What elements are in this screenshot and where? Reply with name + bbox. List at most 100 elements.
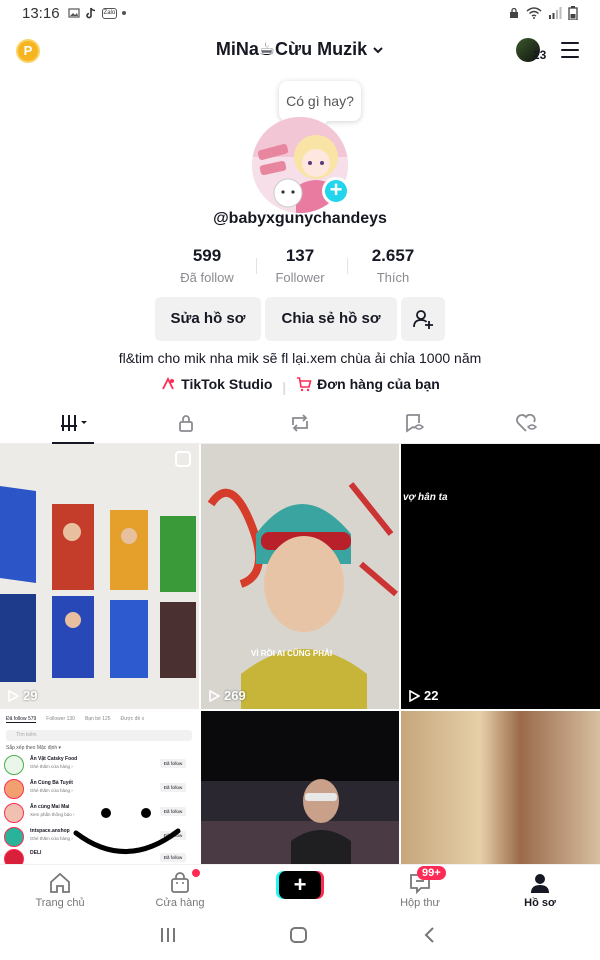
mini-row-sub: Ghé thăm cửa hàng ›	[30, 764, 73, 769]
avatar	[4, 779, 24, 799]
video-caption: vợ hân ta	[403, 492, 448, 503]
add-avatar-button[interactable]: +	[322, 177, 350, 205]
video-thumbnail[interactable]: Đã follow 579 Follower 130 Bạn bè 125 Đư…	[0, 711, 199, 864]
status-bubble[interactable]: Có gì hay?	[279, 81, 361, 121]
video-caption: VÌ RỒI AI CŨNG PHẢI	[251, 649, 333, 658]
gallery-icon	[67, 8, 80, 18]
profile-bio: fl&tim cho mik nha mik sẽ fl lại.xem chù…	[118, 350, 482, 366]
stat-following-value: 599	[192, 246, 222, 265]
nav-shop-label: Cửa hàng	[155, 897, 205, 909]
hamburger-icon	[561, 42, 579, 44]
signal-icon	[549, 7, 562, 19]
add-friend-button[interactable]	[401, 297, 445, 341]
share-profile-button[interactable]: Chia sẻ hồ sơ	[265, 297, 397, 341]
stat-followers-value: 137	[285, 246, 315, 265]
back-icon[interactable]	[422, 926, 438, 944]
smiley-doodle	[73, 808, 181, 854]
nav-home-label: Trang chủ	[35, 897, 85, 909]
mini-row: Ăn Cùng Bà Tuyết Ghé thăm cửa hàng › Đã …	[4, 777, 194, 799]
play-icon	[8, 689, 19, 702]
avatar	[4, 755, 24, 775]
dot-icon	[122, 11, 127, 15]
orders-link[interactable]: Đơn hàng của bạn	[296, 376, 440, 392]
mini-row-name: tntspace.anshop	[30, 828, 70, 834]
account-switcher[interactable]: MiNa☕Cừu Muzik	[0, 39, 600, 60]
stat-likes[interactable]: 2.657 Thích	[347, 246, 439, 285]
home-system-icon[interactable]	[289, 926, 309, 944]
lock-icon	[179, 415, 193, 432]
mini-sort: Sắp xếp theo Mặc định ▾	[6, 745, 62, 751]
view-count: 22	[408, 688, 438, 703]
view-count-value: 269	[224, 688, 246, 703]
inbox-badge: 99+	[417, 866, 446, 880]
stat-likes-value: 2.657	[371, 246, 415, 265]
video-thumbnail[interactable]: VÌ RỒI AI CŨNG PHẢI 269	[201, 444, 399, 709]
shop-notification-dot	[192, 869, 200, 877]
lock-icon	[510, 7, 518, 18]
status-time: 13:16	[22, 4, 60, 22]
video-grid: 29 VÌ RỒI AI CŨNG PHẢI 269 vợ hân ta 22 …	[0, 444, 600, 864]
status-bar: 13:16 Zalo	[0, 0, 600, 26]
mini-tab: Được đề x	[120, 716, 145, 722]
recent-apps-icon[interactable]	[158, 926, 178, 944]
video-thumbnail[interactable]	[401, 711, 600, 864]
home-icon	[50, 872, 70, 893]
mini-row-sub: Ghé thăm cửa hàng ›	[30, 788, 73, 793]
mini-row: Ăn Vặt Catsky Food Ghé thăm cửa hàng › Đ…	[4, 753, 194, 775]
video-thumbnail[interactable]	[201, 711, 399, 864]
stat-likes-label: Thích	[376, 270, 410, 285]
view-count-value: 22	[424, 688, 439, 703]
mini-row-name: Ăn Cùng Bà Tuyết	[30, 780, 73, 786]
mini-row-button: Đã follow	[160, 783, 186, 792]
tiktok-studio-link[interactable]: TikTok Studio	[160, 376, 272, 392]
avatar	[4, 827, 24, 847]
nav-shop[interactable]: Cửa hàng	[140, 869, 220, 909]
profile-links: TikTok Studio | Đơn hàng của bạn	[0, 376, 600, 395]
stat-followers-label: Follower	[275, 270, 325, 285]
notification-count: 23	[533, 48, 547, 62]
bookmark-eye-icon	[406, 414, 425, 433]
orders-label: Đơn hàng của bạn	[317, 376, 440, 392]
nav-profile[interactable]: Hồ sơ	[500, 869, 580, 909]
video-thumbnail[interactable]: 29	[0, 444, 199, 709]
stat-following[interactable]: 599 Đã follow	[161, 246, 253, 285]
menu-button[interactable]	[561, 42, 579, 58]
thumbnail-image	[201, 711, 399, 864]
mini-row-sub: Xem phần thông báo ›	[30, 812, 75, 817]
create-button[interactable]: +	[279, 871, 321, 899]
repost-icon	[292, 414, 308, 432]
profile-handle: @babyxgunychandeys	[213, 210, 387, 227]
tab-private[interactable]	[126, 402, 246, 444]
tab-favorites[interactable]	[354, 402, 474, 444]
link-divider: |	[282, 379, 287, 395]
battery-icon	[568, 6, 578, 20]
mini-row-name: Ăn Vặt Catsky Food	[30, 756, 78, 762]
mini-row-button: Đã follow	[160, 759, 186, 768]
mini-row-name: Ăn cùng Mai Mai	[30, 804, 70, 810]
view-count-value: 29	[23, 688, 38, 703]
tab-reposts[interactable]	[240, 402, 360, 444]
nav-home[interactable]: Trang chủ	[20, 869, 100, 909]
mini-tab: Đã follow 579	[6, 716, 37, 723]
mini-row-name: DELI	[30, 850, 42, 856]
edit-profile-button[interactable]: Sửa hồ sơ	[155, 297, 261, 341]
shopping-bag-icon	[171, 872, 189, 893]
chevron-down-icon	[373, 47, 383, 54]
stat-followers[interactable]: 137 Follower	[254, 246, 346, 285]
videos-grid-icon	[61, 415, 87, 431]
avatar	[4, 849, 24, 864]
system-navigation	[0, 914, 600, 960]
tiktok-icon	[85, 7, 95, 19]
avatar	[4, 803, 24, 823]
video-thumbnail[interactable]: vợ hân ta 22	[401, 444, 600, 709]
wifi-icon	[526, 7, 542, 19]
thumbnail-image	[201, 444, 399, 709]
account-name: MiNa☕Cừu Muzik	[215, 39, 368, 59]
tab-liked[interactable]	[467, 402, 587, 444]
play-icon	[409, 689, 420, 702]
view-count: 269	[208, 688, 246, 703]
play-icon	[209, 689, 220, 702]
bottom-navigation: Trang chủ Cửa hàng + Hộp thư 99+ Hồ sơ	[0, 864, 600, 914]
nav-profile-label: Hồ sơ	[524, 897, 556, 909]
tab-videos[interactable]	[15, 402, 135, 444]
